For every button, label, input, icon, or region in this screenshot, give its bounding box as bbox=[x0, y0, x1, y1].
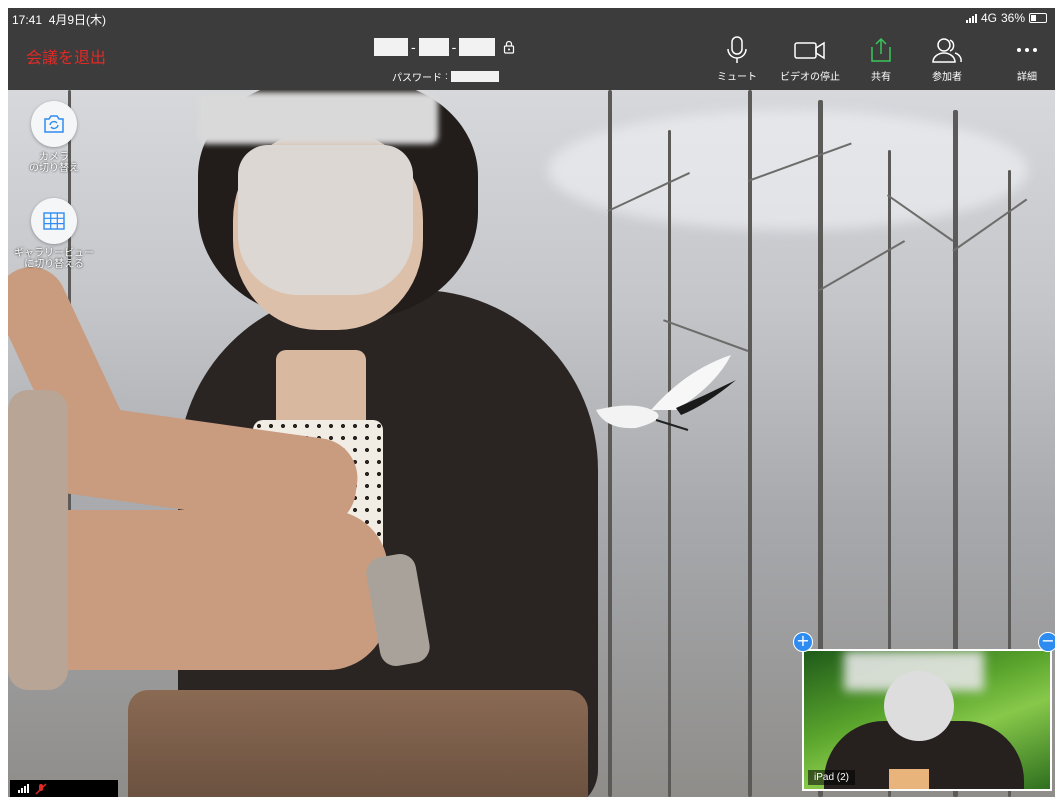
zoom-meeting-screen: 17:41 4月9日(木) 4G 36% 会議を退出 - - パスワード: ミ… bbox=[8, 8, 1055, 797]
thumbnail-blouse bbox=[889, 769, 929, 789]
microphone-icon bbox=[727, 36, 747, 63]
meeting-id-separator: - bbox=[411, 39, 416, 55]
status-right: 4G 36% bbox=[965, 11, 1047, 25]
cellular-signal-icon bbox=[965, 13, 977, 23]
desk bbox=[128, 690, 588, 797]
participants-icon bbox=[932, 38, 962, 63]
network-type: 4G bbox=[980, 11, 997, 25]
face-mask bbox=[238, 145, 413, 295]
hand-object bbox=[8, 390, 68, 690]
switch-camera-button[interactable] bbox=[31, 101, 77, 147]
meeting-id-separator: - bbox=[451, 39, 457, 55]
share-button[interactable]: 共有 bbox=[846, 36, 916, 83]
mute-label: ミュート bbox=[717, 72, 757, 83]
gallery-view-label: ギャラリービュー に切り替える bbox=[14, 248, 94, 270]
video-camera-icon bbox=[794, 41, 825, 60]
tree-trunk bbox=[748, 90, 752, 797]
battery-icon bbox=[1029, 13, 1047, 23]
status-time: 17:41 4月9日(木) bbox=[12, 13, 107, 27]
ios-status-bar: 17:41 4月9日(木) 4G 36% bbox=[8, 8, 1055, 28]
privacy-blur bbox=[198, 92, 438, 144]
self-view-thumbnail[interactable]: iPad (2) bbox=[802, 649, 1052, 791]
more-label: 詳細 bbox=[1017, 72, 1037, 83]
switch-camera-label: カメラ の切り替え bbox=[29, 152, 79, 174]
meeting-id-redacted-part bbox=[418, 38, 449, 56]
grid-view-icon bbox=[43, 212, 65, 230]
tree-trunk bbox=[668, 130, 671, 797]
share-label: 共有 bbox=[871, 72, 891, 83]
gallery-view-button[interactable] bbox=[31, 198, 77, 244]
meeting-toolbar: 会議を退出 - - パスワード : ミュート ビデオの停止 共有 参加者 詳細 bbox=[8, 28, 1055, 90]
stop-video-label: ビデオの停止 bbox=[780, 72, 840, 83]
password-redacted bbox=[450, 71, 499, 82]
thumbnail-name-label: iPad (2) bbox=[808, 770, 856, 785]
share-upload-icon bbox=[871, 37, 891, 62]
leave-meeting-button[interactable]: 会議を退出 bbox=[26, 44, 106, 68]
meeting-id-redacted-part bbox=[459, 38, 496, 56]
connection-indicator bbox=[10, 780, 118, 797]
status-date: 4月9日(木) bbox=[48, 13, 107, 27]
tree-branch bbox=[663, 319, 749, 352]
meeting-id: - - bbox=[374, 38, 515, 56]
thumbnail-face bbox=[884, 671, 954, 741]
more-button[interactable]: 詳細 bbox=[992, 36, 1055, 83]
participants-button[interactable]: 参加者 bbox=[912, 36, 982, 83]
muted-mic-icon bbox=[35, 783, 47, 794]
password-colon: : bbox=[445, 71, 448, 82]
lock-icon bbox=[504, 40, 515, 54]
switch-camera-icon bbox=[44, 115, 64, 133]
participants-label: 参加者 bbox=[932, 72, 962, 83]
thumbnail-expand-button[interactable]: + bbox=[793, 632, 813, 652]
meeting-password: パスワード : bbox=[392, 69, 499, 84]
battery-percentage: 36% bbox=[1000, 11, 1025, 25]
tree-branch bbox=[817, 240, 906, 292]
more-dots-icon bbox=[1017, 48, 1037, 52]
meeting-id-redacted-part bbox=[374, 38, 408, 56]
connection-signal-icon bbox=[18, 784, 29, 793]
thumbnail-minimize-button[interactable]: − bbox=[1038, 632, 1055, 652]
stop-video-button[interactable]: ビデオの停止 bbox=[775, 36, 845, 83]
mute-button[interactable]: ミュート bbox=[702, 36, 772, 83]
flying-crane bbox=[596, 355, 736, 431]
password-label: パスワード bbox=[392, 73, 442, 84]
